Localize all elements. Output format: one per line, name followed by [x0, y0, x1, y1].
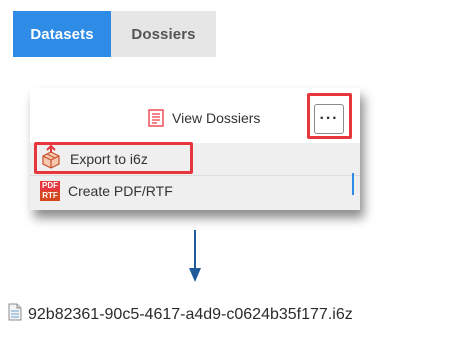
pdf-rtf-icon: PDF RTF — [40, 181, 60, 201]
file-icon — [8, 303, 22, 326]
file-name: 92b82361-90c5-4617-a4d9-c0624b35f177.i6z — [28, 305, 353, 323]
view-dossiers-label: View Dossiers — [172, 110, 261, 126]
view-dossiers-link[interactable]: View Dossiers — [148, 109, 260, 127]
down-arrow-icon — [189, 230, 201, 282]
view-tabs: Datasets Dossiers — [13, 11, 216, 57]
export-item-highlight — [34, 142, 193, 174]
document-list-icon — [148, 109, 164, 127]
menu-item-create-pdf-rtf[interactable]: PDF RTF Create PDF/RTF — [40, 176, 173, 206]
tab-datasets[interactable]: Datasets — [13, 11, 111, 57]
more-button-highlight — [307, 93, 352, 139]
tab-dossiers[interactable]: Dossiers — [111, 11, 216, 57]
scroll-edge — [352, 173, 354, 195]
menu-item-label: Create PDF/RTF — [68, 183, 173, 199]
output-file: 92b82361-90c5-4617-a4d9-c0624b35f177.i6z — [8, 303, 353, 326]
